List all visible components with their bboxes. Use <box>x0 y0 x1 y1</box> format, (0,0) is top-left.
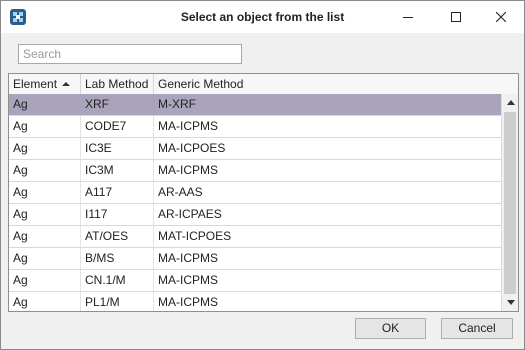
maximize-button[interactable] <box>433 1 479 33</box>
cell-element: Ag <box>9 182 81 203</box>
cell-element: Ag <box>9 226 81 247</box>
column-header-label: Generic Method <box>158 77 244 91</box>
table-header: Element Lab Method Generic Method <box>9 74 518 95</box>
table-body: Ag XRF M-XRF Ag CODE7 MA-ICPMS Ag IC3E M… <box>9 94 501 311</box>
cell-element: Ag <box>9 138 81 159</box>
column-header-lab-method[interactable]: Lab Method <box>81 74 154 94</box>
table-row[interactable]: Ag IC3M MA-ICPMS <box>9 160 501 182</box>
table-row[interactable]: Ag CODE7 MA-ICPMS <box>9 116 501 138</box>
dialog-window: Select an object from the list Element <box>0 0 525 350</box>
objects-table: Element Lab Method Generic Method Ag XRF… <box>8 73 519 312</box>
close-icon <box>496 12 506 22</box>
cell-element: Ag <box>9 270 81 291</box>
table-row[interactable]: Ag A117 AR-AAS <box>9 182 501 204</box>
cell-lab-method: B/MS <box>81 248 154 269</box>
cell-lab-method: AT/OES <box>81 226 154 247</box>
cell-lab-method: IC3E <box>81 138 154 159</box>
cell-generic-method: MA-ICPOES <box>158 141 226 155</box>
arrow-up-icon <box>506 100 515 105</box>
scroll-up-button[interactable] <box>503 95 518 110</box>
cell-element: Ag <box>9 248 81 269</box>
table-row[interactable]: Ag AT/OES MAT-ICPOES <box>9 226 501 248</box>
arrow-down-icon <box>506 300 515 305</box>
cell-generic-method: M-XRF <box>158 97 196 111</box>
cell-generic-method: MA-ICPMS <box>158 119 218 133</box>
cell-generic-method: AR-AAS <box>158 185 203 199</box>
cell-element: Ag <box>9 160 81 181</box>
cell-generic-method: MAT-ICPOES <box>158 229 232 243</box>
maximize-icon <box>451 12 461 22</box>
scroll-down-button[interactable] <box>503 295 518 310</box>
table-row[interactable]: Ag CN.1/M MA-ICPMS <box>9 270 501 292</box>
table-row[interactable]: Ag XRF M-XRF <box>9 94 501 116</box>
cell-lab-method: A117 <box>81 182 154 203</box>
cell-generic-method: MA-ICPMS <box>158 273 218 287</box>
cell-lab-method: IC3M <box>81 160 154 181</box>
scrollbar-thumb[interactable] <box>504 112 516 294</box>
sort-ascending-icon <box>62 82 71 86</box>
column-header-label: Lab Method <box>85 77 149 91</box>
minimize-button[interactable] <box>385 1 431 33</box>
table-row[interactable]: Ag I117 AR-ICPAES <box>9 204 501 226</box>
cell-lab-method: I117 <box>81 204 154 225</box>
cell-element: Ag <box>9 292 81 311</box>
cell-element: Ag <box>9 204 81 225</box>
table-row[interactable]: Ag IC3E MA-ICPOES <box>9 138 501 160</box>
cell-generic-method: MA-ICPMS <box>158 295 218 309</box>
ok-button[interactable]: OK <box>355 318 426 339</box>
title-bar[interactable]: Select an object from the list <box>1 1 524 33</box>
cell-generic-method: MA-ICPMS <box>158 251 218 265</box>
column-header-label: Element <box>13 77 58 91</box>
cell-lab-method: CN.1/M <box>81 270 154 291</box>
vertical-scrollbar[interactable] <box>501 94 518 311</box>
search-input[interactable] <box>18 44 242 64</box>
close-button[interactable] <box>478 1 524 33</box>
cell-generic-method: MA-ICPMS <box>158 163 218 177</box>
table-row[interactable]: Ag PL1/M MA-ICPMS <box>9 292 501 311</box>
minimize-icon <box>403 17 413 18</box>
cell-generic-method: AR-ICPAES <box>158 207 222 221</box>
cancel-button[interactable]: Cancel <box>441 318 513 339</box>
column-header-generic-method[interactable]: Generic Method <box>154 74 501 94</box>
table-row[interactable]: Ag B/MS MA-ICPMS <box>9 248 501 270</box>
column-header-element[interactable]: Element <box>9 74 81 94</box>
cell-lab-method: PL1/M <box>81 292 154 311</box>
cell-element: Ag <box>9 94 81 115</box>
cell-element: Ag <box>9 116 81 137</box>
cell-lab-method: XRF <box>81 94 154 115</box>
cell-lab-method: CODE7 <box>81 116 154 137</box>
